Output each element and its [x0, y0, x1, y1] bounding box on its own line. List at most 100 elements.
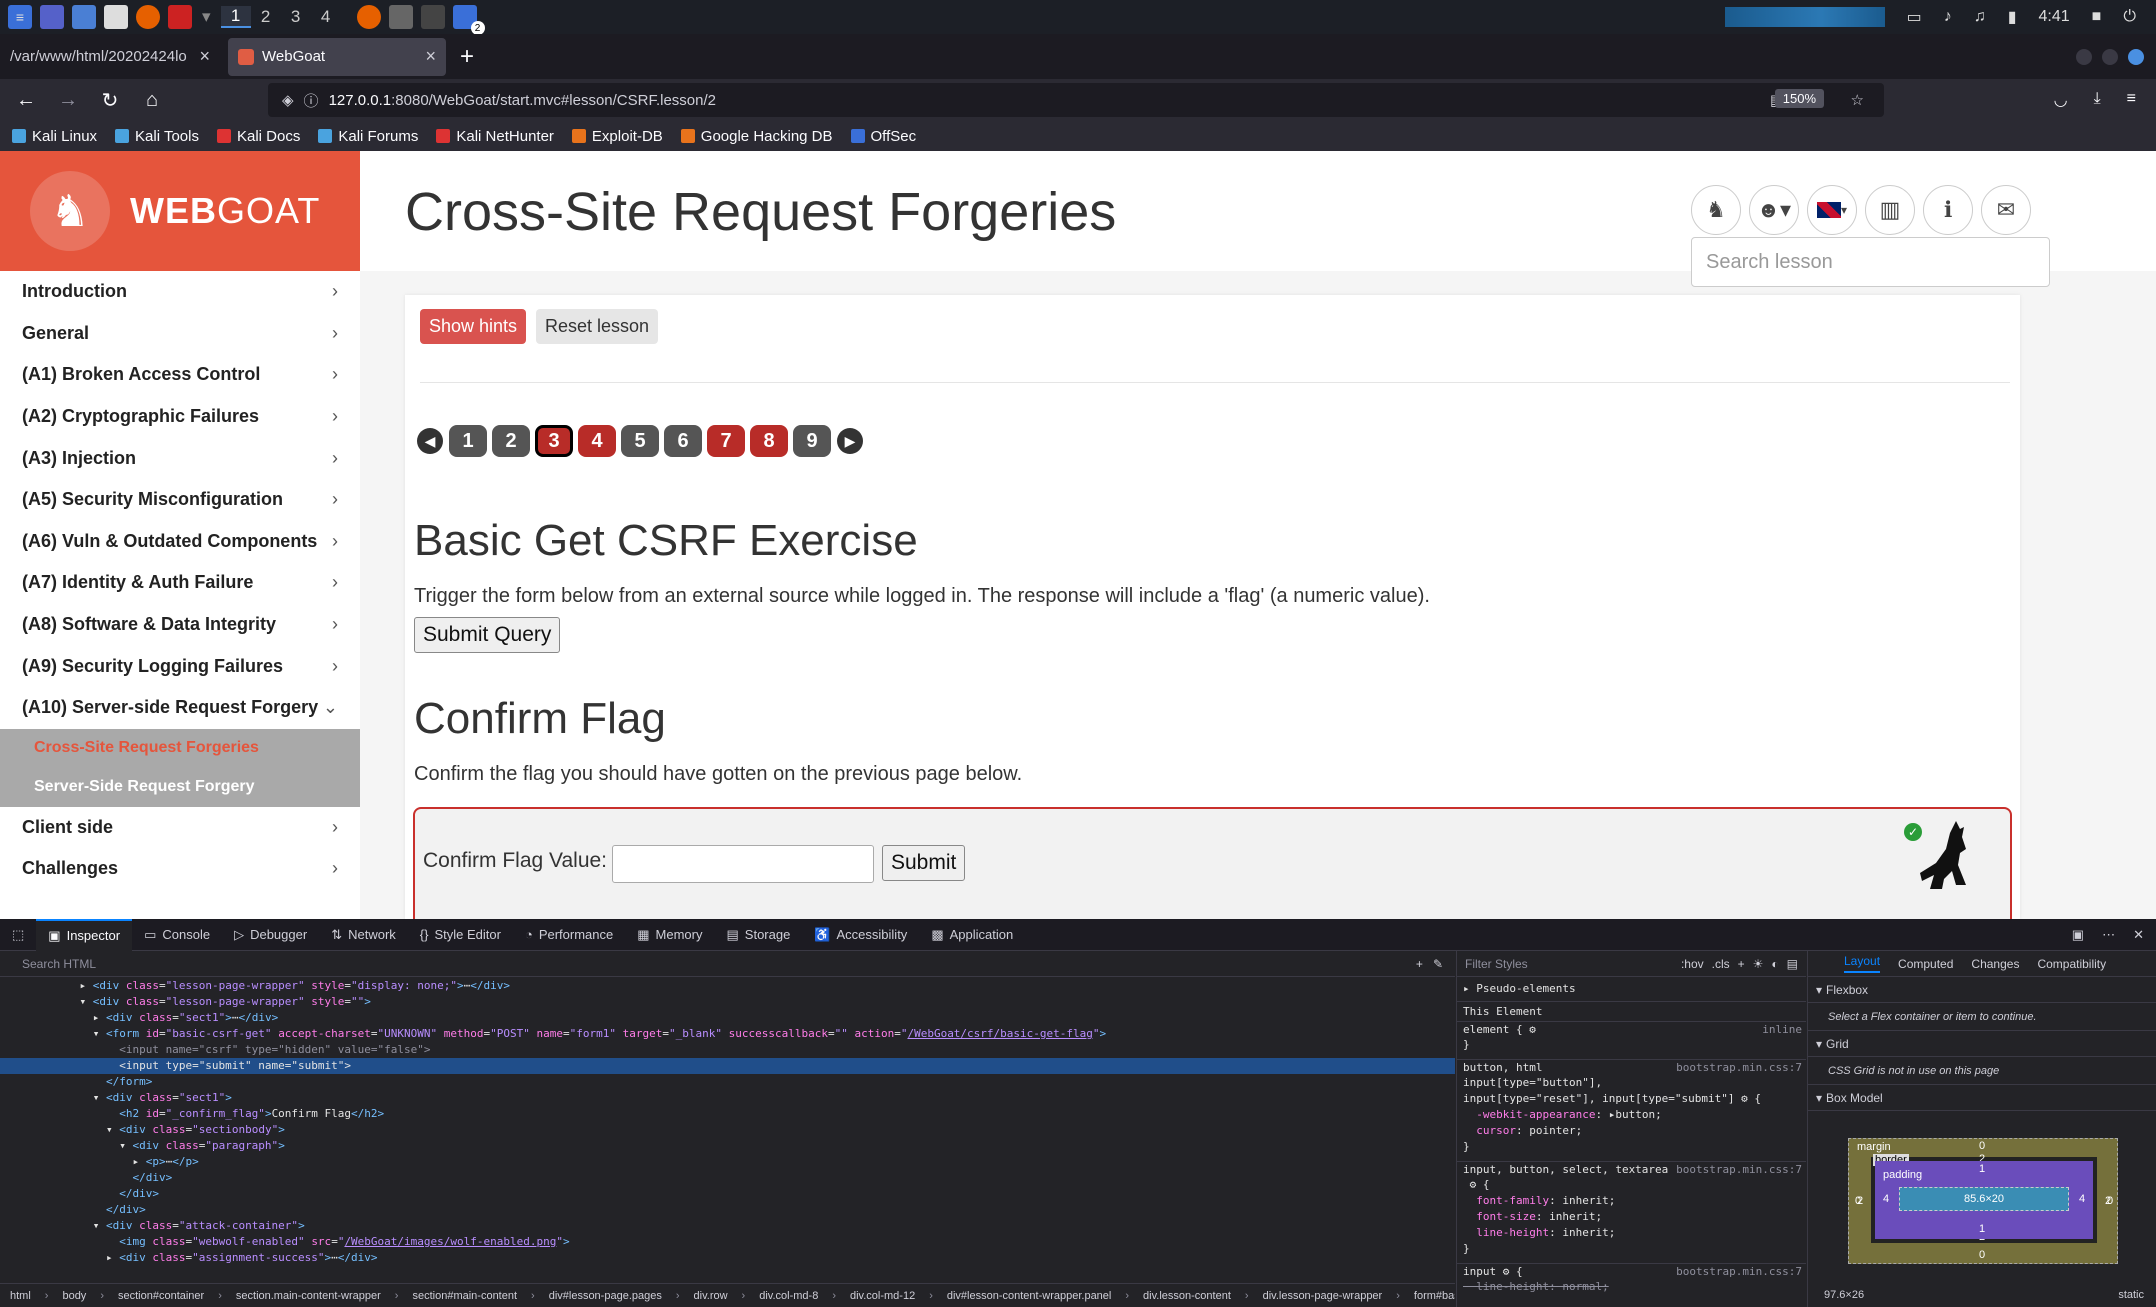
sidebar-item-a6[interactable]: (A6) Vuln & Outdated Components ›: [0, 521, 360, 563]
breadcrumb-item[interactable]: form#basic-csrf-get: [1414, 1290, 1455, 1302]
bookmark-google-hacking-db[interactable]: Google Hacking DB: [680, 128, 833, 145]
tab-performance[interactable]: ◔ Performance: [513, 919, 625, 951]
contact-button[interactable]: ✉: [1981, 185, 2031, 235]
breadcrumb-item[interactable]: section.main-content-wrapper: [236, 1290, 381, 1302]
rule-declaration[interactable]: font-family: inherit;: [1457, 1193, 1806, 1209]
rule-declaration[interactable]: cursor: pointer;: [1457, 1123, 1806, 1139]
zoom-level[interactable]: 150%: [1774, 89, 1824, 108]
sidebar-subitem-ssrf[interactable]: Server-Side Request Forgery: [0, 768, 360, 807]
flexbox-section[interactable]: ▾ Flexbox: [1808, 977, 2156, 1003]
bookmark-kali-docs[interactable]: Kali Docs: [216, 128, 300, 145]
kali-menu-icon[interactable]: ≡: [8, 5, 32, 29]
bookmark-kali-forums[interactable]: Kali Forums: [318, 128, 418, 145]
maximize-button[interactable]: [2102, 48, 2118, 65]
margin-top-value[interactable]: 0: [1979, 1140, 1985, 1152]
tree-line[interactable]: ▾ <form id="basic-csrf-get" accept-chars…: [0, 1026, 1455, 1042]
tab-style-editor[interactable]: {} Style Editor: [408, 919, 513, 951]
pocket-icon[interactable]: ◡: [2054, 90, 2068, 110]
submit-query-button[interactable]: Submit Query: [414, 617, 561, 653]
display-icon[interactable]: ▭: [1907, 7, 1922, 27]
close-window-button[interactable]: [2128, 48, 2144, 65]
more-options-icon[interactable]: ⋯: [2102, 927, 2115, 943]
chevron-down-icon[interactable]: ▾: [202, 7, 211, 27]
submit-flag-button[interactable]: Submit: [882, 845, 966, 881]
pseudo-elements-toggle[interactable]: ▸ Pseudo-elements: [1457, 981, 1806, 997]
bell-icon[interactable]: ♫: [1974, 8, 1986, 26]
firefox-icon[interactable]: [136, 5, 160, 29]
sidebar-item-a2[interactable]: (A2) Cryptographic Failures ›: [0, 396, 360, 438]
user-menu-button[interactable]: ☻▾: [1749, 185, 1799, 235]
add-node-icon[interactable]: +: [1416, 957, 1433, 971]
tree-line[interactable]: ▸ <div class="assignment-success">⋯</div…: [0, 1250, 1455, 1266]
back-button[interactable]: ←: [8, 84, 44, 116]
clock[interactable]: 4:41: [2039, 8, 2070, 26]
new-tab-button[interactable]: +: [460, 43, 474, 71]
sidebar-item-a3[interactable]: (A3) Injection ›: [0, 437, 360, 479]
tab-compatibility[interactable]: Compatibility: [2037, 957, 2106, 971]
breadcrumb-item[interactable]: section#container: [118, 1290, 204, 1302]
sidebar-item-challenges[interactable]: Challenges ›: [0, 848, 360, 890]
prev-page-arrow-icon[interactable]: ◀: [417, 428, 443, 454]
report-card-button[interactable]: ▥: [1865, 185, 1915, 235]
tab-inspector[interactable]: ▣ Inspector: [36, 918, 133, 951]
page-button-7[interactable]: 7: [707, 425, 745, 457]
filter-styles-input[interactable]: Filter Styles :hov .cls + ☀ ◐ ▤: [1457, 951, 1806, 977]
desktop-icon[interactable]: [40, 5, 64, 29]
tab-file[interactable]: /var/www/html/20202424lo ×: [0, 38, 220, 76]
tree-line[interactable]: ▾ <div class="attack-container">: [0, 1218, 1455, 1234]
search-html-input[interactable]: Search HTML + ✎: [0, 951, 1455, 977]
grid-section[interactable]: ▾ Grid: [1808, 1031, 2156, 1057]
page-button-6[interactable]: 6: [664, 425, 702, 457]
page-info-icon[interactable]: ⓘ: [304, 90, 319, 111]
webwolf-button[interactable]: ♞: [1691, 185, 1741, 235]
rule-selector[interactable]: ⚙ {: [1457, 1177, 1806, 1193]
downloads-icon[interactable]: ⤓: [2094, 90, 2101, 110]
pick-element-icon[interactable]: ⬚: [0, 919, 36, 951]
tree-line[interactable]: </div>: [0, 1186, 1455, 1202]
add-rule-icon[interactable]: +: [1738, 957, 1745, 971]
breadcrumb-item[interactable]: section#main-content: [412, 1290, 517, 1302]
breadcrumb-item[interactable]: div#lesson-page.pages: [549, 1290, 662, 1302]
tab-application[interactable]: ▩ Application: [919, 919, 1025, 951]
minimize-button[interactable]: [2076, 48, 2092, 65]
tree-line[interactable]: ▾ <div class="paragraph">: [0, 1138, 1455, 1154]
breadcrumb-item[interactable]: body: [62, 1290, 86, 1302]
tab-layout[interactable]: Layout: [1844, 954, 1881, 973]
breadcrumb-item[interactable]: div#lesson-content-wrapper.panel: [947, 1290, 1112, 1302]
window-icon[interactable]: [388, 5, 413, 29]
tree-line[interactable]: ▸ <div class="sect1">⋯</div>: [0, 1010, 1455, 1026]
page-button-4[interactable]: 4: [578, 425, 616, 457]
sidebar-item-general[interactable]: General ›: [0, 313, 360, 355]
bookmark-kali-linux[interactable]: Kali Linux: [12, 128, 97, 145]
tree-line[interactable]: ▾ <div class="sect1">: [0, 1090, 1455, 1106]
tab-computed[interactable]: Computed: [1898, 957, 1953, 971]
bookmark-kali-tools[interactable]: Kali Tools: [115, 128, 199, 145]
breadcrumb-item[interactable]: html: [10, 1290, 31, 1302]
tab-network[interactable]: ⇅ Network: [319, 919, 408, 951]
url-bar[interactable]: ◈ ⓘ 127.0.0.1 :8080/WebGoat/start.mvc#le…: [268, 83, 1884, 117]
terminal-window-icon[interactable]: [420, 5, 445, 29]
file-manager-icon[interactable]: [72, 5, 96, 29]
hover-state-toggle[interactable]: :hov: [1681, 957, 1704, 971]
workspace-2[interactable]: 2: [251, 7, 281, 27]
breadcrumb-item[interactable]: div.row: [694, 1290, 728, 1302]
tab-changes[interactable]: Changes: [1971, 957, 2019, 971]
page-button-3[interactable]: 3: [535, 425, 573, 457]
webgoat-logo[interactable]: ♞ WEBGOAT: [0, 151, 360, 271]
sidebar-item-introduction[interactable]: Introduction ›: [0, 271, 360, 313]
tab-storage[interactable]: ▤ Storage: [714, 919, 802, 951]
workspace-3[interactable]: 3: [281, 7, 311, 27]
border-right-value[interactable]: 2: [2105, 1195, 2111, 1207]
reset-lesson-button[interactable]: Reset lesson: [536, 309, 659, 344]
text-editor-icon[interactable]: [104, 5, 128, 29]
sidebar-item-a1[interactable]: (A1) Broken Access Control ›: [0, 354, 360, 396]
tab-debugger[interactable]: ▷ Debugger: [222, 919, 319, 951]
breadcrumb-item[interactable]: div.lesson-content: [1143, 1290, 1231, 1302]
battery-icon[interactable]: ▮: [2008, 7, 2017, 27]
padding-left-value[interactable]: 4: [1883, 1193, 1889, 1205]
class-toggle[interactable]: .cls: [1712, 957, 1730, 971]
reload-button[interactable]: ↻: [92, 84, 128, 116]
tab-accessibility[interactable]: ♿ Accessibility: [802, 919, 919, 951]
breadcrumb-item[interactable]: div.col-md-8: [759, 1290, 818, 1302]
language-button[interactable]: ▾: [1807, 185, 1857, 235]
